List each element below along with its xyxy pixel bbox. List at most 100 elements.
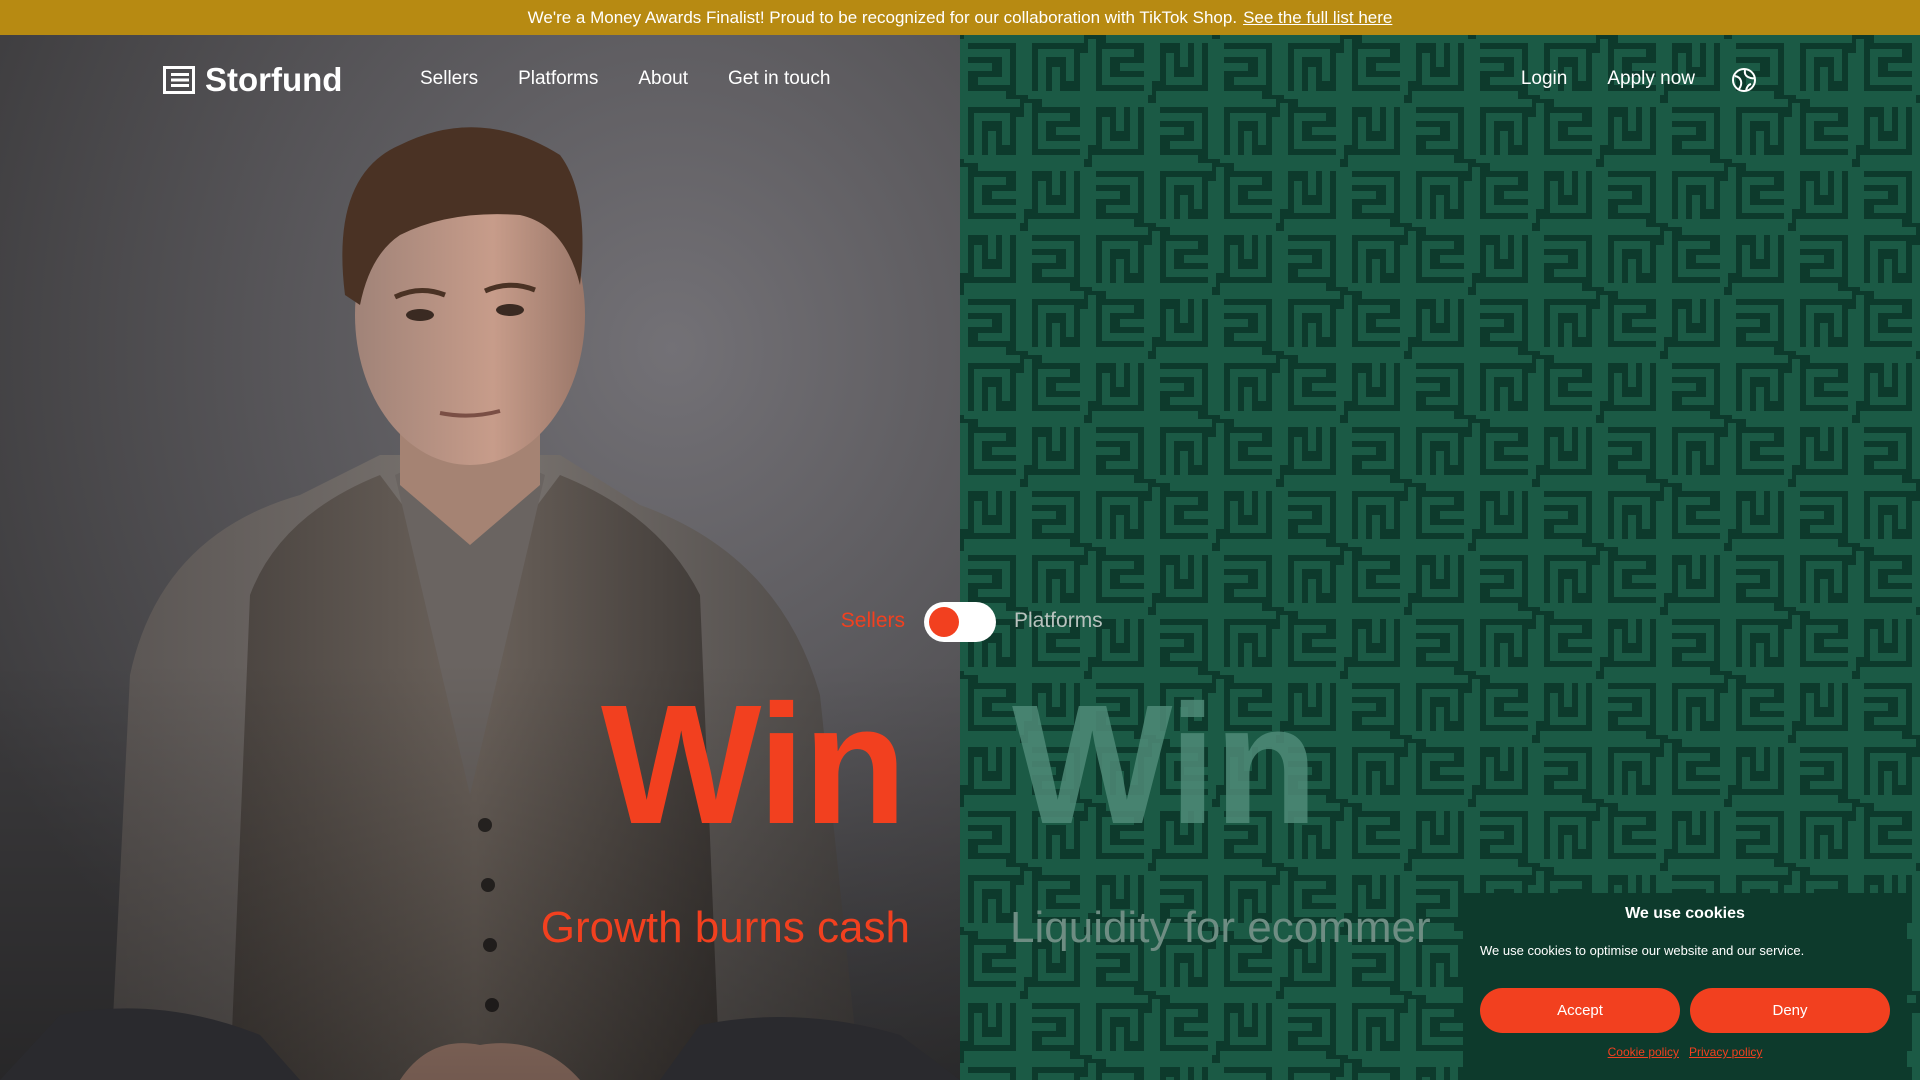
maze-line — [1088, 291, 1152, 355]
deny-cookies-button[interactable]: Deny — [1690, 988, 1890, 1033]
maze-tile — [1408, 291, 1472, 355]
maze-line — [1472, 547, 1536, 611]
maze-line — [1728, 803, 1792, 867]
maze-line — [1216, 291, 1280, 355]
maze-tile — [960, 483, 1024, 547]
maze-line — [1408, 419, 1472, 483]
maze-line — [1344, 547, 1408, 611]
maze-tile — [1344, 547, 1408, 611]
logo[interactable]: Storfund — [163, 61, 342, 99]
maze-tile — [1216, 291, 1280, 355]
maze-tile — [1536, 163, 1600, 227]
maze-line — [1856, 611, 1920, 675]
maze-tile — [1408, 675, 1472, 739]
maze-line — [1344, 227, 1408, 291]
maze-tile — [1600, 675, 1664, 739]
nav-get-in-touch[interactable]: Get in touch — [728, 68, 830, 90]
nav-sellers[interactable]: Sellers — [420, 68, 478, 90]
maze-line — [1152, 355, 1216, 419]
maze-tile — [1152, 227, 1216, 291]
privacy-policy-link[interactable]: Privacy policy — [1689, 1045, 1762, 1059]
maze-tile — [960, 995, 1024, 1059]
maze-line — [1664, 675, 1728, 739]
maze-tile — [1728, 419, 1792, 483]
maze-line — [1216, 163, 1280, 227]
maze-tile — [1216, 163, 1280, 227]
maze-line — [1216, 995, 1280, 1059]
maze-tile — [1408, 419, 1472, 483]
maze-line — [1664, 355, 1728, 419]
maze-line — [1664, 547, 1728, 611]
maze-tile — [1664, 355, 1728, 419]
maze-tile — [1728, 547, 1792, 611]
maze-line — [1728, 419, 1792, 483]
maze-line — [1024, 1059, 1088, 1080]
maze-line — [1664, 291, 1728, 355]
announcement-link[interactable]: See the full list here — [1243, 8, 1392, 28]
maze-tile — [1408, 355, 1472, 419]
maze-tile — [1600, 355, 1664, 419]
maze-tile — [1600, 803, 1664, 867]
maze-tile — [1344, 355, 1408, 419]
maze-line — [1600, 163, 1664, 227]
maze-tile — [1536, 675, 1600, 739]
nav-about[interactable]: About — [638, 68, 688, 90]
cookie-policy-link[interactable]: Cookie policy — [1608, 1045, 1679, 1059]
maze-line — [1088, 419, 1152, 483]
accept-cookies-button[interactable]: Accept — [1480, 988, 1680, 1033]
maze-line — [1216, 227, 1280, 291]
apply-now-link[interactable]: Apply now — [1607, 68, 1695, 90]
maze-line — [1600, 611, 1664, 675]
site-header: Storfund Sellers Platforms About Get in … — [0, 35, 1920, 123]
maze-line — [1408, 611, 1472, 675]
maze-tile — [1472, 803, 1536, 867]
maze-tile — [1024, 995, 1088, 1059]
maze-line — [1600, 227, 1664, 291]
maze-tile — [1792, 739, 1856, 803]
audience-toggle[interactable] — [924, 602, 996, 642]
maze-tile — [1792, 611, 1856, 675]
maze-tile — [1792, 355, 1856, 419]
maze-line — [1792, 163, 1856, 227]
maze-line — [960, 163, 1024, 227]
maze-tile — [1600, 291, 1664, 355]
maze-line — [1344, 739, 1408, 803]
maze-line — [1408, 803, 1472, 867]
maze-tile — [1536, 803, 1600, 867]
toggle-label-sellers[interactable]: Sellers — [841, 609, 905, 633]
maze-line — [1600, 355, 1664, 419]
maze-tile — [1664, 675, 1728, 739]
maze-line — [1856, 163, 1920, 227]
maze-tile — [1728, 675, 1792, 739]
maze-line — [1024, 355, 1088, 419]
maze-line — [1856, 355, 1920, 419]
maze-tile — [1728, 739, 1792, 803]
maze-tile — [1792, 675, 1856, 739]
nav-platforms[interactable]: Platforms — [518, 68, 598, 90]
maze-tile — [1280, 611, 1344, 675]
maze-tile — [1216, 995, 1280, 1059]
maze-line — [1472, 483, 1536, 547]
maze-tile — [1216, 547, 1280, 611]
maze-tile — [1472, 547, 1536, 611]
maze-tile — [1280, 547, 1344, 611]
login-link[interactable]: Login — [1521, 68, 1568, 90]
maze-line — [1792, 419, 1856, 483]
maze-tile — [1664, 547, 1728, 611]
maze-tile — [1280, 355, 1344, 419]
maze-line — [1024, 227, 1088, 291]
maze-tile — [1408, 611, 1472, 675]
toggle-label-platforms[interactable]: Platforms — [1014, 609, 1103, 633]
maze-tile — [1664, 419, 1728, 483]
maze-line — [1664, 611, 1728, 675]
maze-tile — [1856, 803, 1920, 867]
maze-line — [1408, 547, 1472, 611]
maze-line — [1792, 611, 1856, 675]
globe-icon[interactable] — [1731, 67, 1757, 93]
maze-line — [1792, 483, 1856, 547]
maze-tile — [1728, 355, 1792, 419]
maze-line — [1472, 739, 1536, 803]
maze-line — [1536, 419, 1600, 483]
maze-tile — [1856, 227, 1920, 291]
maze-tile — [960, 291, 1024, 355]
